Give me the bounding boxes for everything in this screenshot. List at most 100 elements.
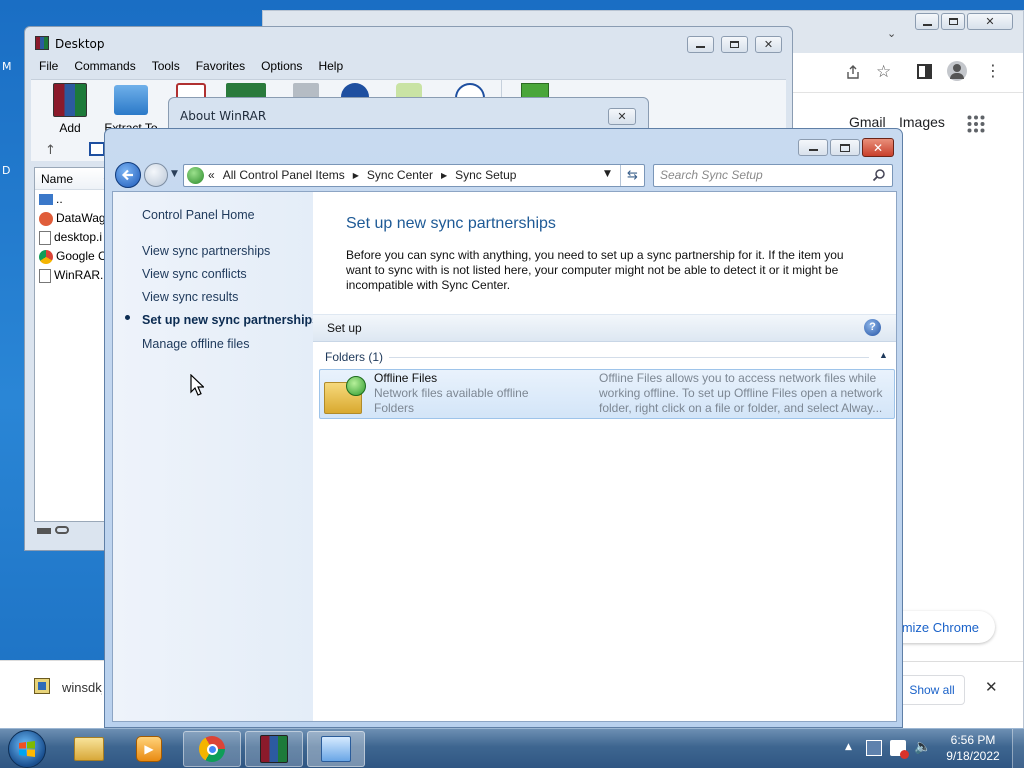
collapse-group-icon[interactable]: ▲ — [879, 350, 888, 360]
chrome-close-button[interactable]: ✕ — [967, 13, 1013, 30]
menu-help[interactable]: Help — [310, 57, 351, 77]
menu-file[interactable]: File — [31, 57, 66, 77]
minimize-icon — [922, 23, 932, 26]
bookmark-star-icon[interactable]: ☆ — [876, 62, 891, 82]
up-arrow-icon[interactable]: ↑ — [45, 143, 56, 158]
menu-commands[interactable]: Commands — [66, 57, 143, 77]
clock-time[interactable]: 6:56 PM — [938, 733, 1008, 747]
refresh-icon[interactable]: ⇆ — [620, 165, 644, 186]
set-up-new-sync-partnerships-link[interactable]: Set up new sync partnerships — [142, 313, 319, 327]
set-up-button[interactable]: Set up — [327, 321, 362, 335]
taskbar-chrome-button[interactable] — [183, 731, 241, 767]
download-filename[interactable]: winsdk_ — [62, 680, 102, 695]
chrome-menu-icon[interactable]: ⋮ — [985, 63, 1001, 79]
winrar-maximize-button[interactable] — [721, 36, 748, 53]
winrar-icon — [260, 735, 288, 763]
winrar-minimize-button[interactable] — [687, 36, 714, 53]
apps-grid-icon[interactable] — [967, 115, 985, 133]
offline-files-item[interactable]: Offline Files Network files available of… — [319, 369, 895, 419]
search-icon[interactable] — [872, 168, 886, 182]
cp-maximize-button[interactable] — [830, 139, 860, 156]
column-header-name[interactable]: Name ▲ — [35, 168, 113, 190]
help-icon[interactable]: ? — [864, 319, 881, 336]
drive-icon[interactable] — [89, 142, 105, 156]
view-sync-conflicts-link[interactable]: View sync conflicts — [142, 267, 247, 281]
chrome-minimize-button[interactable] — [915, 13, 939, 30]
profile-avatar-icon[interactable] — [947, 61, 967, 81]
chrome-icon — [39, 249, 53, 264]
parent-folder-icon — [39, 194, 53, 205]
sync-setup-window: ✕ ▼ « All Control Panel Items ▶ Sync Cen… — [104, 128, 903, 728]
side-panel-icon[interactable] — [917, 64, 932, 79]
back-button[interactable] — [115, 162, 141, 188]
content-pane: Set up new sync partnerships Before you … — [313, 192, 896, 721]
item-subtitle: Network files available offline — [374, 386, 529, 400]
recent-pages-chevron-icon[interactable]: ▼ — [171, 169, 178, 179]
minimize-icon — [696, 46, 705, 48]
address-dropdown-icon[interactable]: ▼ — [604, 169, 611, 179]
images-link[interactable]: Images — [899, 114, 945, 130]
breadcrumb-sync-center[interactable]: Sync Center — [367, 168, 433, 184]
show-all-downloads-button[interactable]: Show all — [899, 675, 965, 705]
network-icon[interactable] — [866, 740, 882, 756]
show-hidden-icons-button[interactable]: ▲ — [845, 742, 852, 752]
close-icon: ✕ — [985, 15, 995, 28]
view-sync-results-link[interactable]: View sync results — [142, 290, 238, 304]
close-download-bar-icon[interactable]: ✕ — [985, 678, 998, 696]
start-button[interactable] — [8, 730, 46, 768]
close-icon: ✕ — [763, 38, 774, 51]
taskbar-control-panel-button[interactable] — [307, 731, 365, 767]
list-item-label: desktop.i — [54, 230, 103, 244]
breadcrumb-sync-setup[interactable]: Sync Setup — [455, 168, 516, 184]
taskbar-winrar-button[interactable] — [245, 731, 303, 767]
list-item[interactable]: desktop.i — [35, 228, 113, 247]
status-bar-icons — [37, 526, 69, 536]
media-player-icon: ▶ — [136, 736, 162, 762]
cp-close-button[interactable]: ✕ — [862, 138, 894, 157]
breadcrumb-separator-icon[interactable]: ▶ — [353, 168, 359, 184]
about-winrar-title: About WinRAR — [180, 109, 267, 123]
taskbar-explorer-button[interactable] — [60, 731, 118, 767]
share-icon[interactable] — [845, 64, 861, 80]
menu-tools[interactable]: Tools — [144, 57, 188, 77]
show-desktop-button[interactable] — [1012, 729, 1024, 768]
list-item[interactable]: .. — [35, 190, 113, 209]
page-description: Before you can sync with anything, you n… — [346, 248, 844, 292]
search-box[interactable]: Search Sync Setup — [653, 164, 893, 187]
view-sync-partnerships-link[interactable]: View sync partnerships — [142, 244, 270, 258]
winrar-app-icon — [35, 36, 49, 50]
taskbar-media-player-button[interactable]: ▶ — [120, 731, 178, 767]
breadcrumb-separator-icon[interactable]: ▶ — [441, 168, 447, 184]
group-header-divider — [389, 357, 869, 358]
chrome-restore-button[interactable] — [941, 13, 965, 30]
folder-icon — [114, 85, 148, 115]
control-panel-home-link[interactable]: Control Panel Home — [142, 208, 255, 222]
group-header-folders[interactable]: Folders (1) — [325, 350, 383, 364]
list-item[interactable]: Google C — [35, 247, 113, 266]
forward-button[interactable] — [144, 163, 168, 187]
about-close-button[interactable]: ✕ — [608, 108, 636, 125]
drive-status-icon — [37, 528, 51, 534]
desktop-edge-letter: D — [2, 164, 11, 177]
menu-options[interactable]: Options — [253, 57, 310, 77]
breadcrumb-all-items[interactable]: All Control Panel Items — [223, 168, 345, 184]
column-header-label: Name — [41, 172, 74, 186]
volume-icon[interactable]: 🔈 — [914, 739, 931, 755]
desktop-edge-letter: M — [2, 60, 12, 73]
menu-favorites[interactable]: Favorites — [188, 57, 253, 77]
minimize-icon — [808, 149, 818, 151]
add-button[interactable]: Add — [45, 83, 95, 135]
clock-date[interactable]: 9/18/2022 — [938, 749, 1008, 763]
list-item[interactable]: DataWag — [35, 209, 113, 228]
breadcrumb-overflow[interactable]: « — [208, 168, 215, 184]
manage-offline-files-link[interactable]: Manage offline files — [142, 337, 249, 351]
address-bar[interactable]: « All Control Panel Items ▶ Sync Center … — [183, 164, 645, 187]
action-center-flag-icon[interactable] — [890, 740, 909, 759]
list-item[interactable]: WinRAR. — [35, 266, 113, 285]
winrar-close-button[interactable]: ✕ — [755, 36, 782, 53]
cp-minimize-button[interactable] — [798, 139, 828, 156]
explorer-folder-icon — [74, 737, 104, 761]
mouse-cursor-icon — [190, 374, 204, 396]
search-placeholder: Search Sync Setup — [660, 168, 763, 182]
tab-list-chevron-icon[interactable]: ⌄ — [887, 27, 896, 40]
